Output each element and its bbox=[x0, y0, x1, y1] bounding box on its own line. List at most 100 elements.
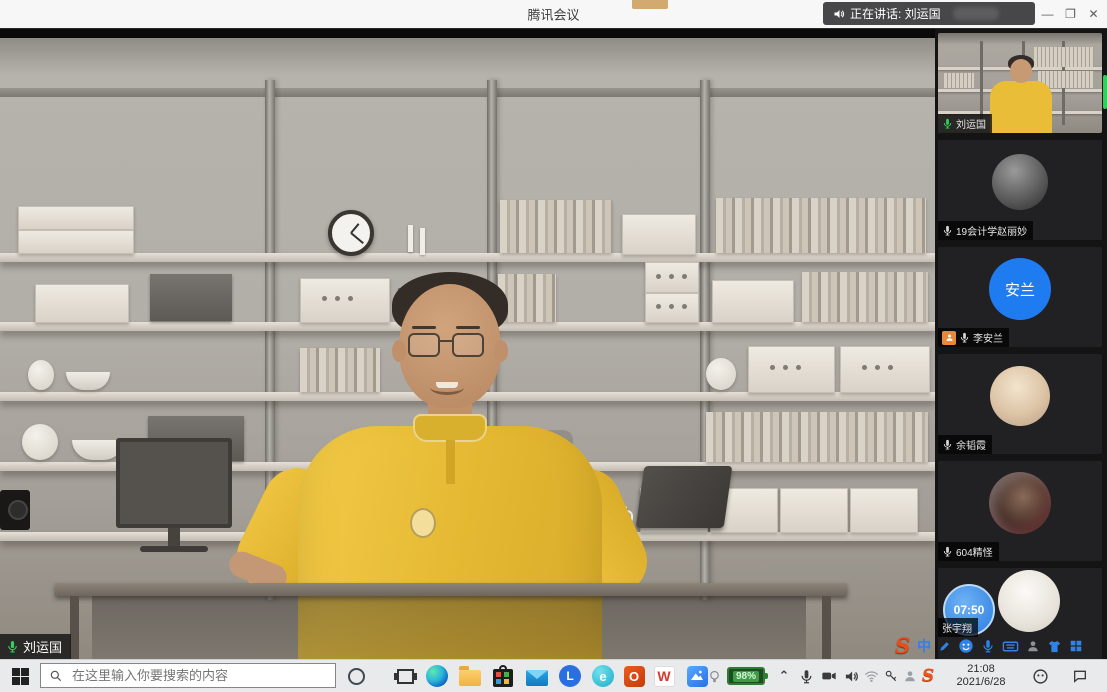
search-icon bbox=[49, 669, 63, 683]
desktop-monitor bbox=[116, 438, 232, 528]
camera-on-shelf bbox=[0, 490, 30, 530]
participant-nametag: 余韬霞 bbox=[938, 435, 992, 454]
participant-tile-video[interactable]: 刘运国 bbox=[938, 33, 1102, 133]
desk-shadow bbox=[92, 596, 806, 660]
ime-toolbar: S 中 bbox=[891, 633, 1105, 659]
mail-icon bbox=[526, 670, 548, 686]
main-video-feed[interactable]: 刘运国 bbox=[0, 28, 935, 660]
tray-sogou[interactable]: S bbox=[916, 664, 940, 688]
storage-box bbox=[18, 230, 134, 254]
chevron-up-icon: ⌃ bbox=[779, 668, 790, 684]
ime-mode-chinese[interactable]: 中 bbox=[917, 636, 931, 656]
ime-ghost-button[interactable] bbox=[1028, 664, 1052, 688]
tray-microphone[interactable] bbox=[794, 664, 818, 688]
speaker-icon bbox=[833, 8, 845, 20]
search-input[interactable] bbox=[70, 667, 327, 684]
file-box bbox=[850, 488, 918, 533]
mini-person-face bbox=[1010, 59, 1032, 83]
taskbar-search[interactable] bbox=[40, 663, 336, 688]
participant-tile[interactable]: 19会计学赵丽妙 bbox=[938, 140, 1102, 240]
tray-expand-button[interactable]: ⌃ bbox=[772, 664, 796, 688]
windows-taskbar: L e O W 98% ⌃ S 21:08 2021/6/28 bbox=[0, 659, 1107, 692]
candle bbox=[408, 225, 413, 252]
main-video-nametag: 刘运国 bbox=[0, 634, 71, 659]
edge-icon bbox=[426, 665, 448, 687]
candle bbox=[420, 228, 425, 255]
host-badge-icon bbox=[942, 331, 956, 345]
person-ear bbox=[392, 340, 406, 362]
storage-box bbox=[712, 280, 794, 323]
lightbulb-tray-icon[interactable] bbox=[705, 664, 723, 688]
file-box-holes bbox=[656, 304, 687, 309]
action-center-button[interactable] bbox=[1068, 664, 1092, 688]
polo-logo bbox=[410, 508, 436, 538]
battery-indicator[interactable]: 98% bbox=[727, 667, 765, 685]
taskbar-app-mail[interactable] bbox=[525, 664, 549, 688]
maximize-button[interactable]: ❐ bbox=[1059, 0, 1082, 28]
file-box bbox=[780, 488, 848, 533]
book-row bbox=[706, 412, 928, 462]
file-box-holes bbox=[322, 296, 353, 301]
office-icon: O bbox=[624, 666, 645, 687]
speaking-indicator-text: 正在讲话: 刘运国 bbox=[850, 5, 941, 22]
vase bbox=[28, 360, 54, 390]
sogou-tray-icon: S bbox=[922, 666, 934, 686]
bowl bbox=[66, 372, 110, 390]
participant-nametag: 刘运国 bbox=[938, 114, 992, 133]
microsoft-store-icon bbox=[493, 669, 513, 687]
participant-tile[interactable]: 余韬霞 bbox=[938, 354, 1102, 454]
wall-clock bbox=[328, 210, 374, 256]
account-icon[interactable] bbox=[1026, 639, 1040, 653]
participant-tile[interactable]: 安兰 李安兰 bbox=[938, 247, 1102, 347]
wifi-icon bbox=[864, 669, 879, 684]
participant-avatar-initials: 安兰 bbox=[989, 258, 1051, 320]
start-button[interactable] bbox=[8, 664, 32, 688]
sidebar-scrollbar[interactable] bbox=[1103, 75, 1107, 109]
person-eyebrow bbox=[412, 326, 436, 329]
vase bbox=[22, 424, 58, 460]
minimize-button[interactable]: — bbox=[1036, 0, 1059, 28]
task-view-icon bbox=[397, 669, 414, 684]
sogou-logo-icon[interactable]: S bbox=[895, 635, 910, 657]
person-eyebrow bbox=[456, 326, 480, 329]
file-box-holes bbox=[770, 365, 801, 370]
windows-logo-icon bbox=[12, 668, 29, 685]
taskbar-app-edge[interactable] bbox=[425, 664, 449, 688]
handwriting-icon[interactable] bbox=[938, 640, 951, 653]
taskbar-app-browser[interactable]: e bbox=[591, 664, 615, 688]
taskbar-app-store[interactable] bbox=[491, 664, 515, 688]
shelf-board bbox=[0, 253, 935, 262]
mini-person-shirt bbox=[990, 81, 1052, 133]
skin-tshirt-icon[interactable] bbox=[1047, 639, 1062, 654]
polo-collar bbox=[413, 414, 487, 442]
participant-avatar bbox=[990, 366, 1050, 426]
taskbar-app-file-explorer[interactable] bbox=[458, 664, 482, 688]
mic-on-icon bbox=[942, 118, 953, 129]
toolbox-grid-icon[interactable] bbox=[1069, 639, 1083, 653]
participant-tile[interactable]: 604精怪 bbox=[938, 461, 1102, 561]
taskbar-app-wps[interactable]: W bbox=[652, 664, 676, 688]
task-view-button[interactable] bbox=[393, 664, 417, 688]
participant-nametag: 19会计学赵丽妙 bbox=[938, 221, 1033, 240]
browser-icon: e bbox=[592, 665, 614, 687]
voice-input-icon[interactable] bbox=[981, 639, 995, 653]
taskbar-clock[interactable]: 21:08 2021/6/28 bbox=[945, 662, 1017, 690]
taskbar-app-office[interactable]: O bbox=[622, 664, 646, 688]
emoji-icon[interactable] bbox=[958, 638, 974, 654]
close-button[interactable]: ✕ bbox=[1082, 0, 1105, 28]
book-row bbox=[802, 272, 928, 322]
participant-name: 李安兰 bbox=[973, 330, 1003, 345]
tencent-meeting-window: 腾讯会议 正在讲话: 刘运国 — ❐ ✕ bbox=[0, 0, 1107, 692]
participant-name: 余韬霞 bbox=[956, 437, 986, 452]
mic-muted-icon bbox=[942, 546, 953, 557]
microphone-icon bbox=[799, 669, 814, 684]
monitor-stand bbox=[168, 528, 180, 548]
tray-camera[interactable] bbox=[817, 664, 841, 688]
glasses-right-lens bbox=[452, 333, 484, 357]
cortana-button[interactable] bbox=[344, 664, 368, 688]
desk-surface bbox=[55, 583, 847, 596]
taskbar-app-lenovo[interactable]: L bbox=[558, 664, 582, 688]
monitor-base bbox=[140, 546, 208, 552]
notification-bubble-icon bbox=[1072, 668, 1088, 684]
keyboard-icon[interactable] bbox=[1002, 638, 1019, 655]
